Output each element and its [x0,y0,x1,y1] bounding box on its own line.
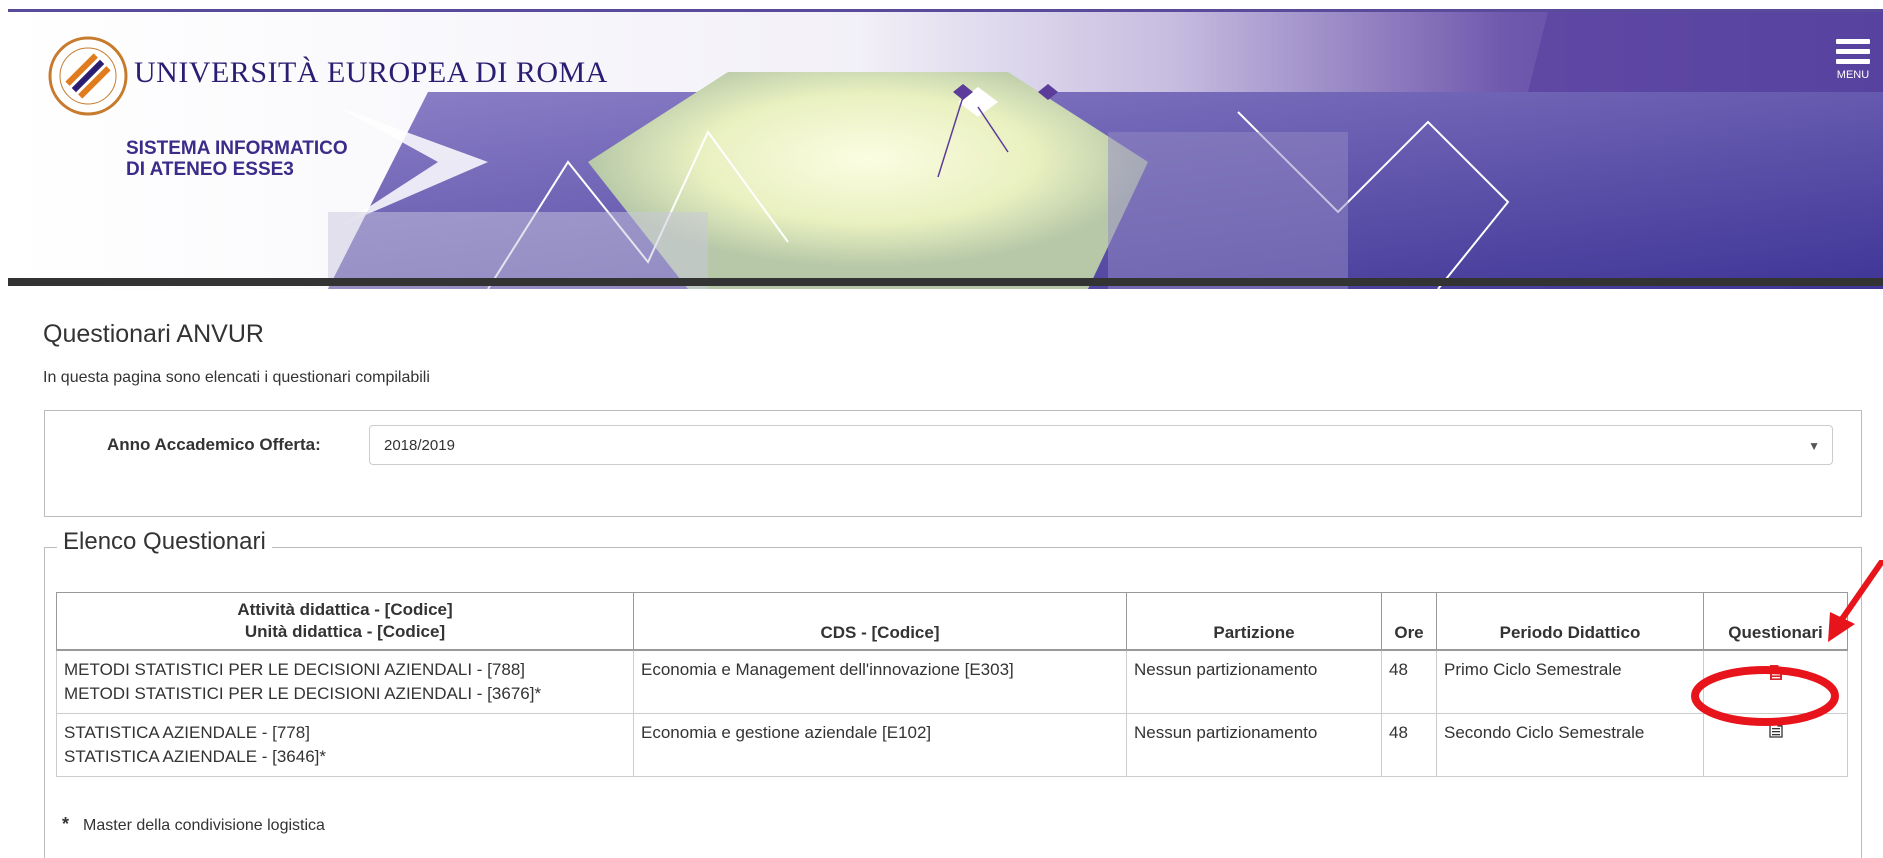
table-row: METODI STATISTICI PER LE DECISIONI AZIEN… [56,649,1848,714]
unita-text: METODI STATISTICI PER LE DECISIONI AZIEN… [64,684,542,703]
hamburger-icon [1823,39,1883,64]
cell-periodo: Secondo Ciclo Semestrale [1436,713,1704,777]
page-description: In questa pagina sono elencati i questio… [43,369,430,386]
cell-cds: Economia e Management dell'innovazione [… [633,649,1127,714]
academic-year-select[interactable]: 2018/2019 ▼ [369,425,1833,465]
column-header-attivita-line2: Unità didattica - [Codice] [244,622,446,641]
column-header-attivita-line1: Attività didattica - [Codice] [237,600,453,619]
footnote: * Master della condivisione logistica [62,814,325,835]
cell-attivita: METODI STATISTICI PER LE DECISIONI AZIEN… [56,649,634,714]
academic-year-label: Anno Accademico Offerta: [107,435,321,454]
table-header-row: Attività didattica - [Codice] Unità dida… [56,592,1848,651]
column-header-cds: CDS - [Codice] [633,592,1127,651]
dropdown-arrow-icon: ▼ [1808,439,1820,453]
cell-cds: Economia e gestione aziendale [E102] [633,713,1127,777]
attivita-text: METODI STATISTICI PER LE DECISIONI AZIEN… [64,660,525,679]
red-highlight-annotation [1691,560,1883,726]
academic-year-value: 2018/2019 [384,437,455,454]
cell-attivita: STATISTICA AZIENDALE - [778] STATISTICA … [56,713,634,777]
cell-ore: 48 [1381,649,1437,714]
cell-partizione: Nessun partizionamento [1126,713,1382,777]
university-seal-logo [48,36,128,116]
system-title-line1: SISTEMA INFORMATICO [126,138,348,159]
menu-label: MENU [1836,69,1870,81]
table-row: STATISTICA AZIENDALE - [778] STATISTICA … [56,713,1848,777]
page-title: Questionari ANVUR [43,320,264,348]
footnote-text: Master della condivisione logistica [83,817,325,834]
banner-bottom-bar [8,278,1883,286]
unita-text: STATISTICA AZIENDALE - [3646]* [64,747,327,766]
system-title-line2: DI ATENEO ESSE3 [126,159,294,180]
questionnaire-table: Attività didattica - [Codice] Unità dida… [56,592,1848,777]
column-header-attivita: Attività didattica - [Codice] Unità dida… [56,592,634,651]
column-header-ore: Ore [1381,592,1437,651]
header-banner: UNIVERSITÀ EUROPEA DI ROMA SISTEMA INFOR… [8,9,1883,289]
system-title: SISTEMA INFORMATICO DI ATENEO ESSE3 [126,138,348,180]
menu-button[interactable]: MENU [1823,34,1883,94]
column-header-partizione: Partizione [1126,592,1382,651]
footnote-mark: * [62,814,70,834]
attivita-text: STATISTICA AZIENDALE - [778] [64,723,310,742]
university-name: UNIVERSITÀ EUROPEA DI ROMA [134,56,608,89]
filter-panel: Anno Accademico Offerta: 2018/2019 ▼ [44,410,1862,517]
cell-periodo: Primo Ciclo Semestrale [1436,649,1704,714]
cell-ore: 48 [1381,713,1437,777]
cell-partizione: Nessun partizionamento [1126,649,1382,714]
questionnaire-list-legend: Elenco Questionari [57,528,272,556]
column-header-periodo: Periodo Didattico [1436,592,1704,651]
